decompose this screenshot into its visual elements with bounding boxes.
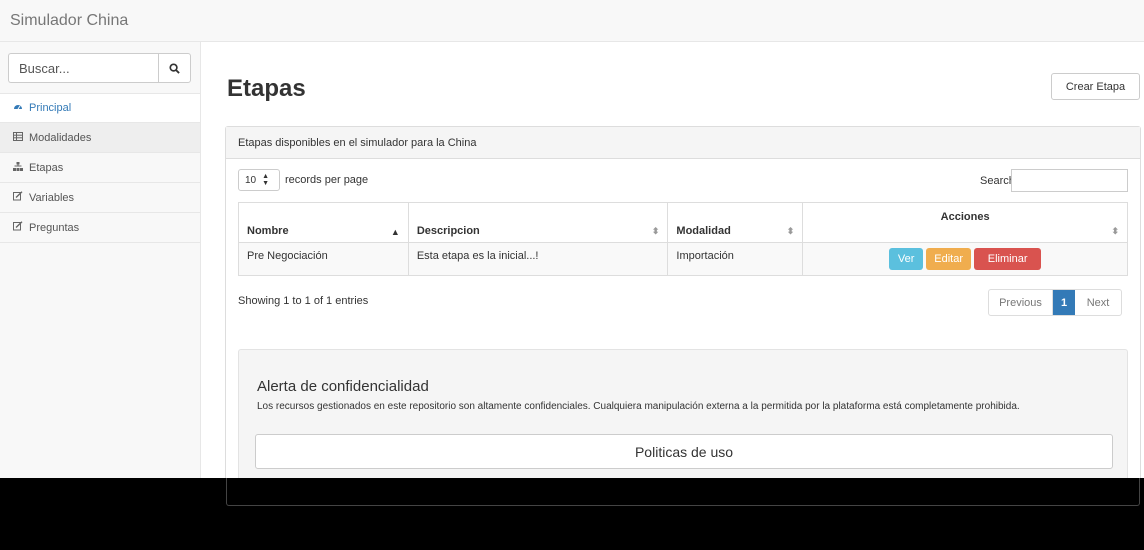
panel-heading: Etapas disponibles en el simulador para … — [226, 127, 1140, 159]
column-header-modalidad[interactable]: Modalidad ⬍ — [667, 202, 804, 243]
etapas-table: Nombre ▲ Descripcion ⬍ Modalidad ⬍ Accio… — [238, 202, 1128, 276]
sidebar-item-label: Variables — [29, 191, 75, 204]
select-arrows-icon: ▲ ▼ — [262, 173, 270, 187]
navbar: Simulador China — [0, 0, 1144, 42]
sidebar-search — [8, 53, 191, 83]
sidebar: Principal Modalidades Etapas Variables P… — [0, 42, 201, 478]
sort-ascending-icon: ▲ — [390, 227, 400, 237]
edit-icon — [12, 221, 24, 234]
table-row: Pre Negociación Esta etapa es la inicial… — [238, 242, 1128, 276]
sidebar-item-label: Modalidades — [29, 131, 92, 144]
sidebar-item-modalidades[interactable]: Modalidades — [0, 123, 200, 153]
column-header-descripcion[interactable]: Descripcion ⬍ — [407, 202, 669, 243]
sidebar-item-label: Etapas — [29, 161, 64, 174]
row-actions: Ver Editar Eliminar — [811, 248, 1119, 270]
sort-icon: ⬍ — [786, 226, 795, 236]
etapas-panel: Etapas disponibles en el simulador para … — [225, 126, 1141, 508]
pagination-previous[interactable]: Previous — [989, 290, 1053, 315]
confidentiality-alert: Alerta de confidencialidad Los recursos … — [238, 349, 1128, 485]
sort-icon: ⬍ — [1111, 226, 1119, 236]
panel-bottom-edge — [226, 478, 1140, 506]
edit-icon — [12, 191, 24, 204]
cell-descripcion: Esta etapa es la inicial...! — [407, 242, 669, 276]
records-per-page-select[interactable]: 10 ▲ ▼ — [238, 169, 280, 191]
sidebar-item-label: Preguntas — [29, 221, 80, 234]
alert-title: Alerta de confidencialidad — [257, 378, 429, 395]
sidebar-search-input[interactable] — [8, 53, 158, 83]
politicas-de-uso-button[interactable]: Politicas de uso — [255, 434, 1113, 469]
pagination-next[interactable]: Next — [1075, 290, 1121, 315]
search-icon — [169, 62, 180, 74]
table-icon — [12, 131, 24, 144]
sort-icon: ⬍ — [651, 226, 660, 236]
crear-etapa-button[interactable]: Crear Etapa — [1051, 73, 1140, 100]
records-value: 10 — [245, 174, 257, 186]
editar-button[interactable]: Editar — [926, 248, 972, 270]
records-label: records per page — [285, 174, 369, 186]
page-title: Etapas — [227, 75, 306, 102]
eliminar-button[interactable]: Eliminar — [974, 248, 1042, 270]
search-button[interactable] — [158, 53, 191, 83]
pagination: Previous 1 Next — [988, 289, 1122, 316]
dashboard-icon — [12, 102, 24, 115]
records-per-page: 10 ▲ ▼ records per page — [238, 169, 368, 191]
sidebar-item-preguntas[interactable]: Preguntas — [0, 213, 200, 243]
cell-modalidad: Importación — [667, 242, 804, 276]
cell-nombre: Pre Negociación — [238, 242, 409, 276]
alert-text: Los recursos gestionados en este reposit… — [257, 401, 1020, 412]
sidebar-item-variables[interactable]: Variables — [0, 183, 200, 213]
table-search-input[interactable] — [1011, 169, 1128, 192]
sidebar-nav: Principal Modalidades Etapas Variables P… — [0, 93, 200, 243]
column-header-nombre[interactable]: Nombre ▲ — [238, 202, 409, 243]
table-info: Showing 1 to 1 of 1 entries — [238, 295, 369, 307]
sidebar-item-etapas[interactable]: Etapas — [0, 153, 200, 183]
table-header-row: Nombre ▲ Descripcion ⬍ Modalidad ⬍ Accio… — [238, 202, 1128, 243]
column-header-acciones[interactable]: Acciones ⬍ — [802, 202, 1128, 243]
sitemap-icon — [12, 161, 24, 174]
pagination-page-1[interactable]: 1 — [1053, 290, 1075, 315]
brand[interactable]: Simulador China — [10, 12, 128, 30]
ver-button[interactable]: Ver — [889, 248, 924, 270]
sidebar-item-label: Principal — [29, 102, 72, 114]
sidebar-item-principal[interactable]: Principal — [0, 93, 200, 123]
cell-acciones: Ver Editar Eliminar — [802, 242, 1128, 276]
